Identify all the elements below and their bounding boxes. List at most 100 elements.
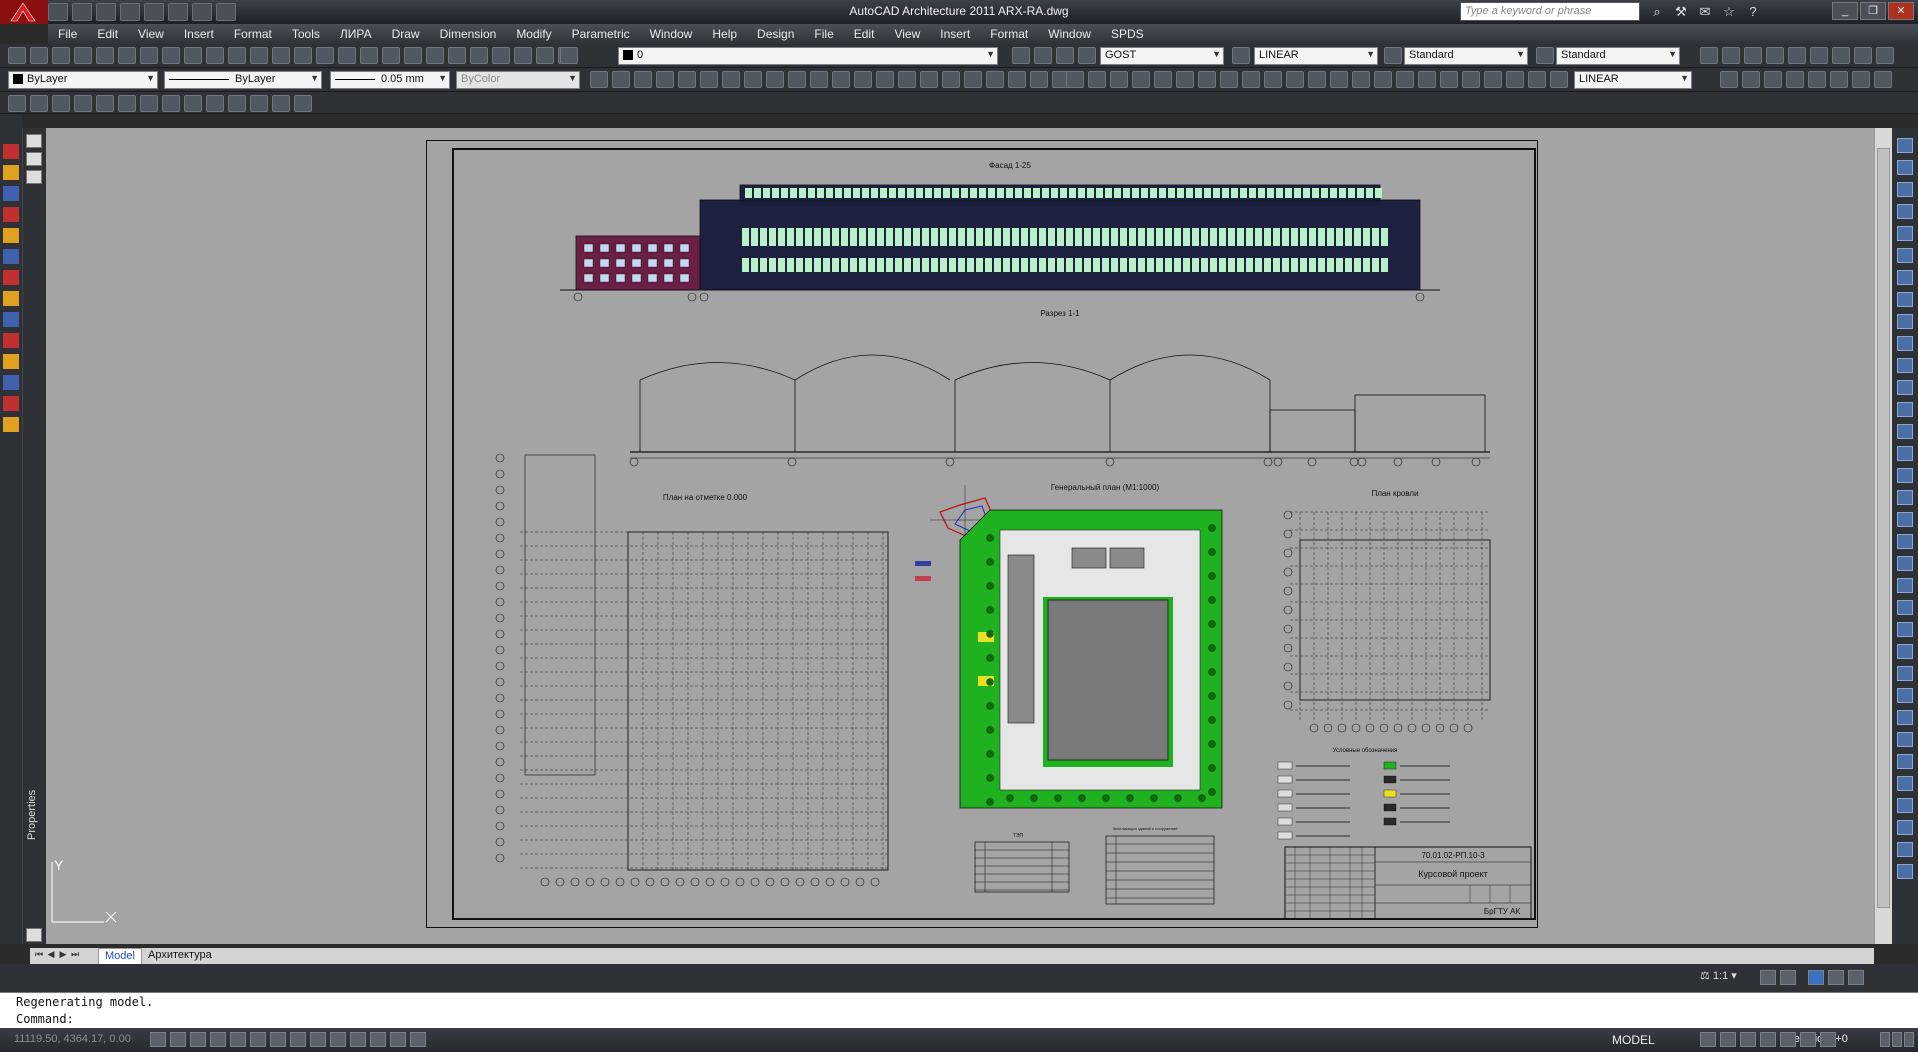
modify-palette-icon[interactable] bbox=[1897, 820, 1913, 835]
status-tray-icon[interactable] bbox=[1720, 1032, 1736, 1047]
modify-palette-icon[interactable] bbox=[1897, 644, 1913, 659]
spds-palette-icon[interactable] bbox=[3, 312, 19, 327]
modify-palette-icon[interactable] bbox=[1897, 556, 1913, 571]
draw-tool-icon[interactable] bbox=[1720, 71, 1738, 88]
modify-palette-icon[interactable] bbox=[1897, 138, 1913, 153]
draw-tool-icon[interactable] bbox=[766, 71, 784, 88]
menu-item-7[interactable]: Draw bbox=[382, 27, 430, 41]
draw-tool-icon[interactable] bbox=[1220, 71, 1238, 88]
palette-autohide-icon[interactable] bbox=[26, 152, 42, 166]
status-tray-icon[interactable] bbox=[1780, 1032, 1796, 1047]
draw-tool-icon[interactable] bbox=[612, 71, 630, 88]
draw-tool-icon[interactable] bbox=[1550, 71, 1568, 88]
spds-tool-icon[interactable] bbox=[162, 95, 180, 112]
menu-item-12[interactable]: Help bbox=[702, 27, 747, 41]
standard-tool-icon[interactable] bbox=[140, 47, 158, 64]
standard-tool-icon[interactable] bbox=[294, 47, 312, 64]
draw-tool-icon[interactable] bbox=[1440, 71, 1458, 88]
standard-tool-icon[interactable] bbox=[404, 47, 422, 64]
draw-tool-icon[interactable] bbox=[1764, 71, 1782, 88]
draw-tool-icon[interactable] bbox=[1352, 71, 1370, 88]
modify-palette-icon[interactable] bbox=[1897, 534, 1913, 549]
menu-item-18[interactable]: Format bbox=[980, 27, 1038, 41]
menu-item-13[interactable]: Design bbox=[747, 27, 804, 41]
draw-tool-icon[interactable] bbox=[1418, 71, 1436, 88]
menu-item-0[interactable]: File bbox=[48, 27, 87, 41]
menu-item-1[interactable]: Edit bbox=[87, 27, 128, 41]
layer-dropdown[interactable]: 0 ▼ bbox=[618, 47, 998, 65]
standard-tool-icon[interactable] bbox=[1012, 47, 1030, 64]
draw-tool-icon[interactable] bbox=[854, 71, 872, 88]
favorites-icon[interactable]: ☆ bbox=[1720, 3, 1738, 21]
standard-tool-icon[interactable] bbox=[1788, 47, 1806, 64]
standard-tool-icon[interactable] bbox=[30, 47, 48, 64]
modify-palette-icon[interactable] bbox=[1897, 710, 1913, 725]
draw-tool-icon[interactable] bbox=[1528, 71, 1546, 88]
standard-tool-icon[interactable] bbox=[382, 47, 400, 64]
status-tray-icon[interactable] bbox=[1892, 1032, 1902, 1047]
status-tray-icon[interactable] bbox=[1904, 1032, 1914, 1047]
spds-palette-icon[interactable] bbox=[3, 186, 19, 201]
draw-tool-icon[interactable] bbox=[1506, 71, 1524, 88]
menu-item-2[interactable]: View bbox=[128, 27, 174, 41]
restore-button[interactable]: ❐ bbox=[1860, 2, 1886, 20]
status-tray-icon[interactable] bbox=[1760, 1032, 1776, 1047]
text-style-dropdown[interactable]: GOST ▼ bbox=[1100, 47, 1224, 65]
modify-palette-icon[interactable] bbox=[1897, 842, 1913, 857]
modify-palette-icon[interactable] bbox=[1897, 732, 1913, 747]
modify-palette-icon[interactable] bbox=[1897, 314, 1913, 329]
drafting-toggle-icon[interactable] bbox=[350, 1032, 366, 1047]
draw-tool-icon[interactable] bbox=[964, 71, 982, 88]
modify-palette-icon[interactable] bbox=[1897, 402, 1913, 417]
standard-tool-icon[interactable] bbox=[1810, 47, 1828, 64]
drafting-toggle-icon[interactable] bbox=[310, 1032, 326, 1047]
draw-tool-icon[interactable] bbox=[1742, 71, 1760, 88]
next-tab-icon[interactable]: ▶ bbox=[58, 949, 68, 962]
drafting-toggle-icon[interactable] bbox=[410, 1032, 426, 1047]
draw-tool-icon[interactable] bbox=[1008, 71, 1026, 88]
spds-palette-icon[interactable] bbox=[3, 207, 19, 222]
standard-tool-icon[interactable] bbox=[1232, 47, 1250, 64]
close-button[interactable]: ✕ bbox=[1888, 2, 1914, 20]
draw-tool-icon[interactable] bbox=[744, 71, 762, 88]
standard-tool-icon[interactable] bbox=[184, 47, 202, 64]
linetype-dropdown[interactable]: ByLayer ▼ bbox=[164, 71, 322, 89]
spds-tool-icon[interactable] bbox=[250, 95, 268, 112]
drafting-toggle-icon[interactable] bbox=[210, 1032, 226, 1047]
standard-tool-icon[interactable] bbox=[448, 47, 466, 64]
palette-options-icon[interactable] bbox=[26, 928, 42, 942]
lock-icon[interactable] bbox=[1828, 970, 1844, 985]
standard-tool-icon[interactable] bbox=[492, 47, 510, 64]
standard-tool-icon[interactable] bbox=[250, 47, 268, 64]
drafting-toggle-icon[interactable] bbox=[330, 1032, 346, 1047]
modify-palette-icon[interactable] bbox=[1897, 798, 1913, 813]
spds-tool-icon[interactable] bbox=[96, 95, 114, 112]
standard-tool-icon[interactable] bbox=[1722, 47, 1740, 64]
status-tray-icon[interactable] bbox=[1800, 1032, 1816, 1047]
modify-palette-icon[interactable] bbox=[1897, 754, 1913, 769]
standard-tool-icon[interactable] bbox=[8, 47, 26, 64]
draw-tool-icon[interactable] bbox=[1030, 71, 1048, 88]
drafting-toggle-icon[interactable] bbox=[250, 1032, 266, 1047]
clean-screen-icon[interactable] bbox=[1848, 970, 1864, 985]
menu-item-6[interactable]: ЛИРА bbox=[330, 27, 382, 41]
draw-tool-icon[interactable] bbox=[1176, 71, 1194, 88]
draw-tool-icon[interactable] bbox=[788, 71, 806, 88]
menu-item-11[interactable]: Window bbox=[640, 27, 703, 41]
first-tab-icon[interactable]: ⏮ bbox=[34, 949, 44, 962]
spds-palette-icon[interactable] bbox=[3, 375, 19, 390]
drafting-toggle-icon[interactable] bbox=[230, 1032, 246, 1047]
standard-tool-icon[interactable] bbox=[74, 47, 92, 64]
modify-palette-icon[interactable] bbox=[1897, 160, 1913, 175]
last-tab-icon[interactable]: ⏭ bbox=[70, 949, 80, 962]
standard-tool-icon[interactable] bbox=[1034, 47, 1052, 64]
spds-tool-icon[interactable] bbox=[52, 95, 70, 112]
draw-tool-icon[interactable] bbox=[700, 71, 718, 88]
standard-tool-icon[interactable] bbox=[52, 47, 70, 64]
draw-tool-icon[interactable] bbox=[1396, 71, 1414, 88]
spds-tool-icon[interactable] bbox=[206, 95, 224, 112]
draw-tool-icon[interactable] bbox=[1808, 71, 1826, 88]
menu-item-3[interactable]: Insert bbox=[174, 27, 224, 41]
draw-tool-icon[interactable] bbox=[722, 71, 740, 88]
color-dropdown[interactable]: ByLayer ▼ bbox=[8, 71, 158, 89]
